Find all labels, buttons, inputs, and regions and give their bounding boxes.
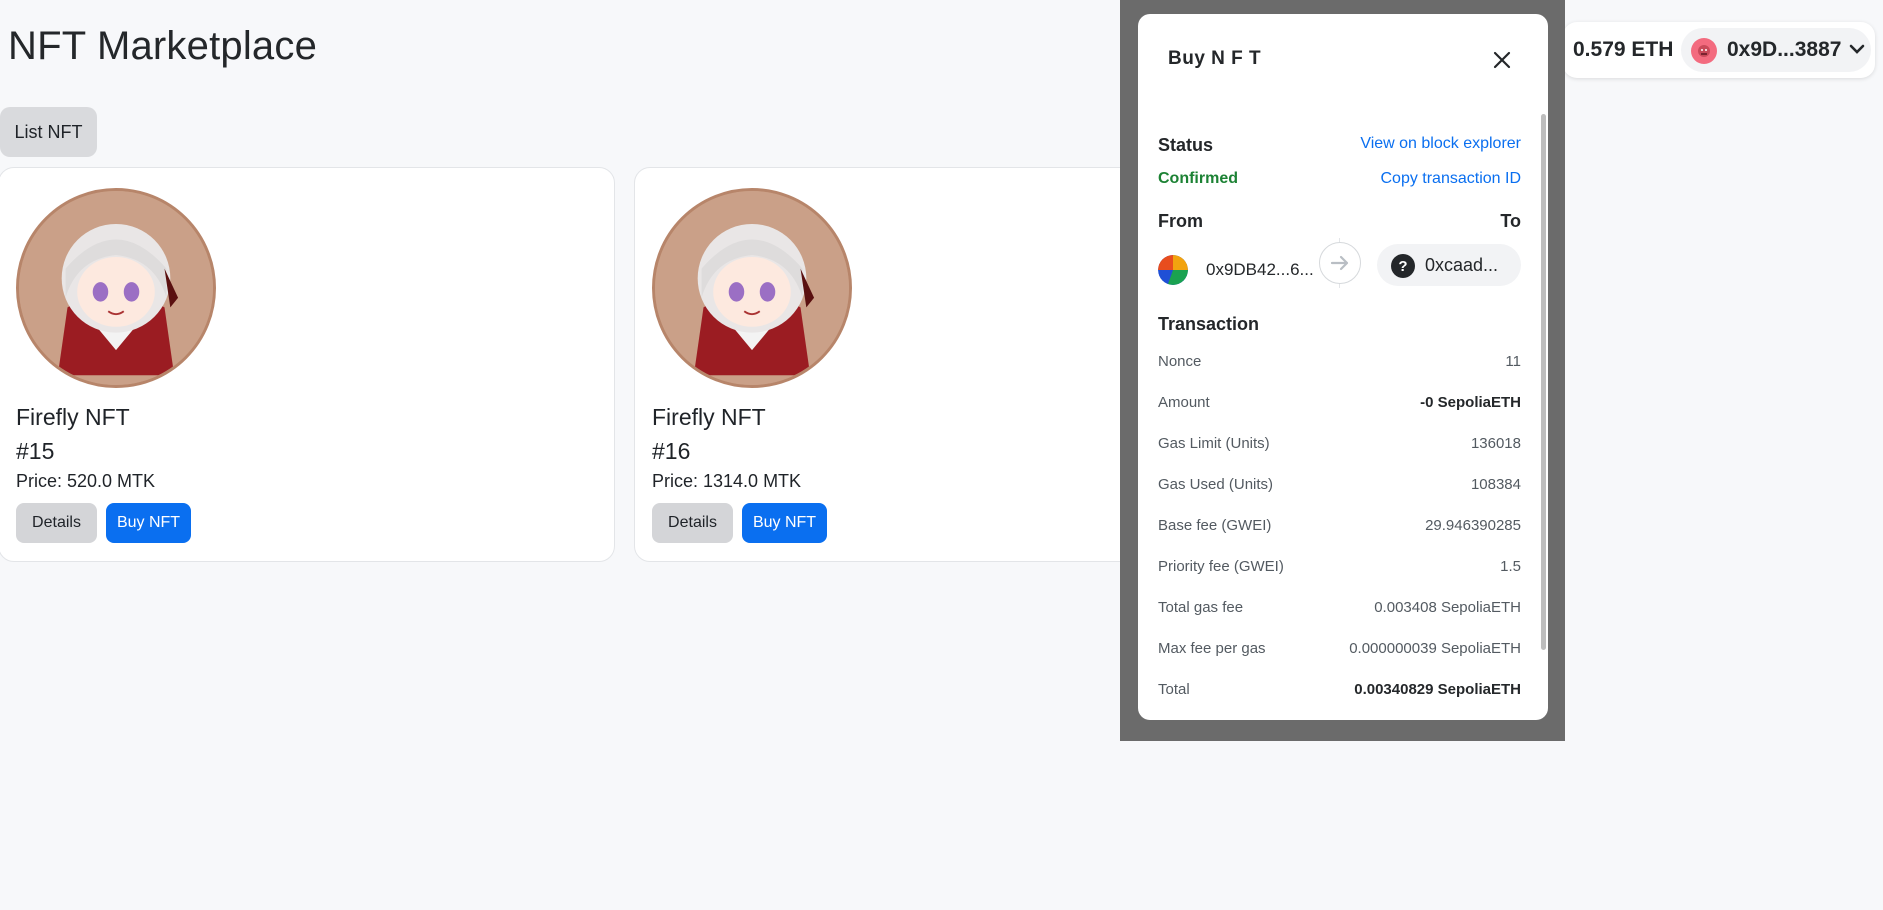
- list-nft-button[interactable]: List NFT: [0, 107, 97, 157]
- tx-key: Amount: [1158, 394, 1210, 411]
- status-label: Status: [1158, 135, 1214, 155]
- tx-key: Max fee per gas: [1158, 640, 1266, 657]
- nft-name: Firefly NFT: [16, 404, 130, 430]
- close-icon[interactable]: [1488, 46, 1516, 74]
- tx-value: 0.003408 SepoliaETH: [1374, 599, 1521, 616]
- tx-row-total-gas-fee: Total gas fee 0.003408 SepoliaETH: [1158, 599, 1521, 621]
- tx-value: 11: [1505, 353, 1521, 370]
- tx-key: Nonce: [1158, 353, 1202, 370]
- transaction-label: Transaction: [1158, 314, 1260, 334]
- page-title: NFT Marketplace: [8, 24, 318, 68]
- tx-key: Gas Limit (Units): [1158, 435, 1270, 452]
- view-explorer-link[interactable]: View on block explorer: [1360, 135, 1521, 153]
- buy-nft-button[interactable]: Buy NFT: [742, 503, 827, 543]
- to-address-text: 0xcaad...: [1425, 255, 1499, 275]
- buy-nft-button[interactable]: Buy NFT: [106, 503, 191, 543]
- account-avatar-icon: [1691, 38, 1717, 64]
- tx-row-gas-used: Gas Used (Units) 108384: [1158, 476, 1521, 498]
- tx-row-base-fee: Base fee (GWEI) 29.946390285: [1158, 517, 1521, 539]
- transaction-modal: Buy N F T Status View on block explorer …: [1138, 14, 1548, 720]
- nft-image: [16, 188, 216, 388]
- tx-row-total: Total 0.00340829 SepoliaETH: [1158, 681, 1521, 703]
- tx-key: Total gas fee: [1158, 599, 1244, 616]
- details-button[interactable]: Details: [16, 503, 97, 543]
- tx-value: 108384: [1470, 476, 1521, 493]
- nft-card: Firefly NFT #16 Price: 1314.0 MTK Detail…: [634, 167, 1154, 562]
- eth-balance: 0.579 ETH: [1573, 38, 1674, 61]
- nft-price: Price: 1314.0 MTK: [652, 471, 802, 491]
- from-address[interactable]: 0x9DB42...6...: [1158, 250, 1318, 290]
- tx-key: Total: [1158, 681, 1190, 698]
- tx-value: -0 SepoliaETH: [1420, 394, 1521, 411]
- arrow-right-icon: [1319, 242, 1361, 284]
- account-address: 0x9D...3887: [1727, 38, 1842, 61]
- modal-title: Buy N F T: [1168, 48, 1262, 69]
- tx-value: 29.946390285: [1425, 517, 1521, 534]
- status-badge: Confirmed: [1158, 170, 1238, 187]
- account-button[interactable]: 0x9D...3887: [1681, 28, 1871, 72]
- tx-key: Priority fee (GWEI): [1158, 558, 1284, 575]
- tx-value: 0.000000039 SepoliaETH: [1349, 640, 1521, 657]
- nft-card: Firefly NFT #15 Price: 520.0 MTK Details…: [0, 167, 615, 562]
- tx-row-priority-fee: Priority fee (GWEI) 1.5: [1158, 558, 1521, 580]
- tx-value: 0.00340829 SepoliaETH: [1354, 681, 1521, 698]
- nft-token-id: #16: [652, 438, 691, 464]
- tx-row-gas-limit: Gas Limit (Units) 136018: [1158, 435, 1521, 457]
- tx-value: 136018: [1470, 435, 1521, 452]
- tx-row-nonce: Nonce 11: [1158, 353, 1521, 375]
- tx-row-max-fee: Max fee per gas 0.000000039 SepoliaETH: [1158, 640, 1521, 662]
- tx-key: Base fee (GWEI): [1158, 517, 1272, 534]
- question-icon: ?: [1391, 254, 1415, 278]
- copy-transaction-id-link[interactable]: Copy transaction ID: [1380, 170, 1521, 188]
- nft-image: [652, 188, 852, 388]
- to-address[interactable]: ? 0xcaad...: [1377, 244, 1521, 286]
- tx-key: Gas Used (Units): [1158, 476, 1274, 493]
- chevron-down-icon: [1849, 37, 1865, 66]
- nft-price: Price: 520.0 MTK: [16, 471, 156, 491]
- details-button[interactable]: Details: [652, 503, 733, 543]
- nft-token-id: #15: [16, 438, 55, 464]
- nft-name: Firefly NFT: [652, 404, 766, 430]
- from-address-text: 0x9DB42...6...: [1206, 260, 1314, 279]
- wallet-bar: 0.579 ETH 0x9D...3887: [1563, 22, 1875, 78]
- from-avatar-icon: [1158, 255, 1188, 285]
- modal-scrollbar[interactable]: [1541, 114, 1546, 650]
- tx-value: 1.5: [1500, 558, 1521, 575]
- from-label: From: [1158, 211, 1203, 231]
- tx-row-amount: Amount -0 SepoliaETH: [1158, 394, 1521, 416]
- to-label: To: [1500, 211, 1521, 231]
